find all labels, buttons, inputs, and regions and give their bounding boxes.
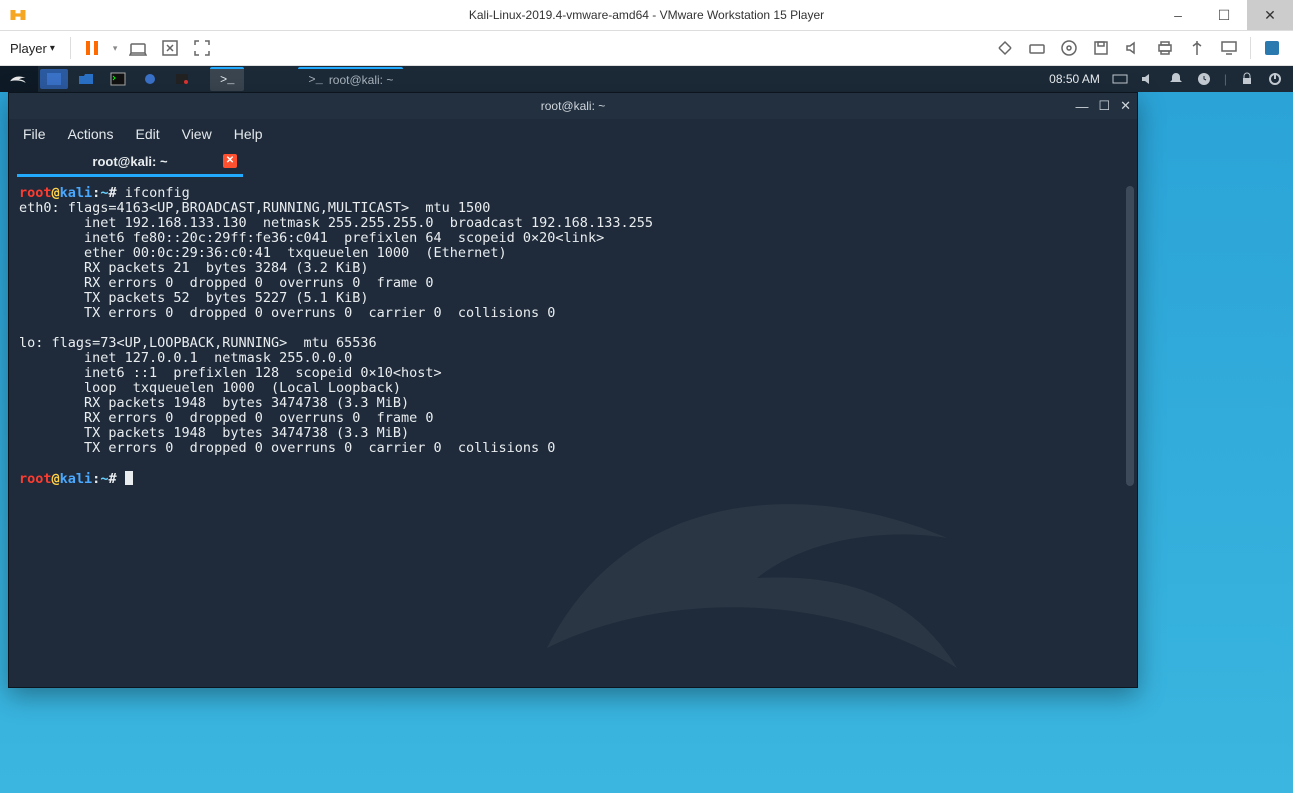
notifications-icon[interactable]	[1168, 71, 1184, 87]
window-minimize-button[interactable]: —	[1075, 99, 1088, 114]
host-window-title: Kali-Linux-2019.4-vmware-amd64 - VMware …	[0, 8, 1293, 22]
fit-guest-button[interactable]	[159, 37, 181, 59]
floppy-icon[interactable]	[1090, 37, 1112, 59]
host-minimize-button[interactable]: –	[1155, 0, 1201, 30]
player-menu-button[interactable]: Player ▾	[10, 41, 55, 56]
guest-desktop[interactable]: >_ >_ root@kali: ~ 08:50 AM | root	[0, 66, 1293, 793]
file-manager-launcher[interactable]	[72, 69, 100, 89]
player-menu-label: Player	[10, 41, 47, 56]
metasploit-launcher[interactable]	[168, 69, 196, 89]
send-ctrl-alt-del-button[interactable]	[127, 37, 149, 59]
chevron-down-icon[interactable]: ▾	[113, 43, 118, 54]
menu-file[interactable]: File	[23, 126, 46, 142]
menu-help[interactable]: Help	[234, 126, 263, 142]
terminal-launcher[interactable]	[104, 69, 132, 89]
menu-view[interactable]: View	[182, 126, 212, 142]
vmware-tray-icon[interactable]	[0, 0, 36, 30]
terminal-cursor	[125, 471, 133, 485]
terminal-icon: >_	[220, 73, 234, 87]
toolbar-separator	[1250, 37, 1251, 59]
terminal-output: root@kali:~# ifconfig eth0: flags=4163<U…	[19, 186, 1127, 487]
terminal-tab-bar: root@kali: ~ ✕	[9, 149, 1137, 178]
terminal-body[interactable]: root@kali:~# ifconfig eth0: flags=4163<U…	[9, 178, 1137, 687]
terminal-icon: >_	[308, 73, 322, 87]
kali-top-panel: >_ >_ root@kali: ~ 08:50 AM |	[0, 66, 1293, 92]
terminal-tab-label: root@kali: ~	[25, 154, 235, 169]
menu-edit[interactable]: Edit	[135, 126, 159, 142]
host-window-titlebar: Kali-Linux-2019.4-vmware-amd64 - VMware …	[0, 0, 1293, 31]
taskbar-window-terminal-2[interactable]: >_ root@kali: ~	[298, 67, 403, 91]
unity-mode-button[interactable]	[1261, 37, 1283, 59]
window-maximize-button[interactable]: ☐	[1098, 98, 1110, 114]
keyboard-layout-icon[interactable]	[1112, 71, 1128, 87]
terminal-window[interactable]: root@kali: ~ — ☐ ✕ File Actions Edit Vie…	[8, 92, 1138, 688]
host-close-button[interactable]: ✕	[1247, 0, 1293, 30]
show-desktop-button[interactable]	[40, 69, 68, 89]
hard-disk-icon[interactable]	[1026, 37, 1048, 59]
volume-icon[interactable]	[1140, 71, 1156, 87]
terminal-window-titlebar[interactable]: root@kali: ~ — ☐ ✕	[9, 93, 1137, 119]
updates-icon[interactable]	[1196, 71, 1212, 87]
printer-icon[interactable]	[1154, 37, 1176, 59]
menu-actions[interactable]: Actions	[68, 126, 114, 142]
pause-vm-button[interactable]	[81, 37, 103, 59]
usb-icon[interactable]	[1186, 37, 1208, 59]
network-adapter-icon[interactable]	[994, 37, 1016, 59]
terminal-tab-1[interactable]: root@kali: ~ ✕	[17, 148, 243, 177]
cd-dvd-icon[interactable]	[1058, 37, 1080, 59]
chevron-down-icon: ▾	[50, 43, 55, 54]
terminal-window-title: root@kali: ~	[541, 99, 606, 113]
lock-screen-icon[interactable]	[1239, 71, 1255, 87]
host-maximize-button[interactable]: ☐	[1201, 0, 1247, 30]
terminal-menu-bar: File Actions Edit View Help	[9, 119, 1137, 149]
display-icon[interactable]	[1218, 37, 1240, 59]
fullscreen-button[interactable]	[191, 37, 213, 59]
toolbar-separator	[70, 37, 71, 59]
terminal-scrollbar[interactable]	[1126, 186, 1134, 486]
panel-clock[interactable]: 08:50 AM	[1049, 72, 1100, 86]
power-icon[interactable]	[1267, 71, 1283, 87]
vmware-toolbar: Player ▾ ▾	[0, 31, 1293, 66]
kali-applications-menu[interactable]	[0, 66, 38, 92]
tab-close-button[interactable]: ✕	[223, 154, 237, 168]
sound-card-icon[interactable]	[1122, 37, 1144, 59]
taskbar-window-label: root@kali: ~	[329, 73, 394, 87]
window-close-button[interactable]: ✕	[1120, 98, 1131, 114]
taskbar-window-terminal-1[interactable]: >_	[210, 67, 244, 91]
browser-launcher[interactable]	[136, 69, 164, 89]
